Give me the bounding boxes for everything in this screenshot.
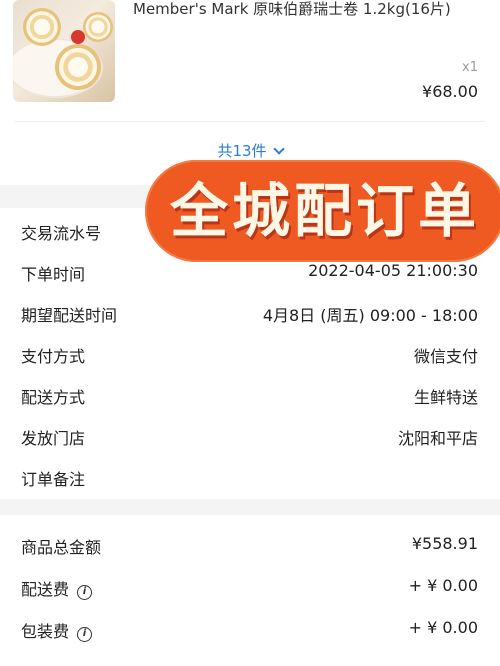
row-label: 支付方式 xyxy=(21,347,86,366)
product-price: ¥68.00 xyxy=(422,82,478,101)
product-card[interactable]: Member's Mark 原味伯爵瑞士卷 1.2kg(16片) x1 ¥68.… xyxy=(0,0,500,122)
product-image[interactable] xyxy=(13,0,115,102)
amount-row-goods-total: 商品总金额 ¥558.91 xyxy=(0,524,500,565)
row-value: 2022-04-05 21:00:30 xyxy=(308,261,478,280)
row-label: 商品总金额 xyxy=(21,538,102,557)
info-icon[interactable]: i xyxy=(77,627,93,642)
order-row-delivery-method: 配送方式 生鲜特送 xyxy=(0,374,500,415)
expand-items-label: 共13件 xyxy=(217,142,267,160)
row-value: 4月8日 (周五) 09:00 - 18:00 xyxy=(262,306,478,325)
stamp-text: 全城配订单 xyxy=(169,177,480,245)
row-label: 配送费 i xyxy=(21,576,93,601)
row-label-text: 包装费 xyxy=(21,622,70,641)
row-value: 微信支付 xyxy=(413,347,478,366)
row-label-text: 配送费 xyxy=(21,580,70,599)
chevron-down-icon xyxy=(272,143,285,155)
order-row-remark: 订单备注 xyxy=(0,456,500,497)
order-row-payment-method: 支付方式 微信支付 xyxy=(0,333,500,374)
row-value: ¥558.91 xyxy=(411,534,478,553)
roll-slice-graphic xyxy=(83,12,113,42)
row-label: 包装费 i xyxy=(21,618,93,643)
row-value: + ¥ 0.00 xyxy=(408,576,478,595)
row-label: 交易流水号 xyxy=(21,224,102,243)
product-quantity: x1 xyxy=(462,60,478,75)
row-label: 配送方式 xyxy=(21,388,86,407)
roll-slice-graphic xyxy=(23,8,61,46)
amount-row-packaging-fee: 包装费 i + ¥ 0.00 xyxy=(0,608,500,649)
section-gap xyxy=(0,499,500,515)
amount-row-delivery-fee: 配送费 i + ¥ 0.00 xyxy=(0,566,500,607)
row-value: 沈阳和平店 xyxy=(397,429,478,448)
order-row-store: 发放门店 沈阳和平店 xyxy=(0,415,500,456)
expand-items-button[interactable]: 共13件 xyxy=(0,140,500,161)
row-label: 订单备注 xyxy=(21,470,86,489)
product-title[interactable]: Member's Mark 原味伯爵瑞士卷 1.2kg(16片) xyxy=(133,0,451,18)
row-label: 发放门店 xyxy=(21,429,86,448)
order-row-expected-delivery: 期望配送时间 4月8日 (周五) 09:00 - 18:00 xyxy=(0,292,500,333)
row-label: 下单时间 xyxy=(21,265,86,284)
row-label: 期望配送时间 xyxy=(21,306,118,325)
divider xyxy=(15,121,485,122)
info-icon[interactable]: i xyxy=(77,585,93,600)
strawberry-graphic xyxy=(71,30,85,44)
city-delivery-stamp: 全城配订单 xyxy=(145,160,500,262)
row-value: + ¥ 0.00 xyxy=(408,618,478,637)
row-value: 生鲜特送 xyxy=(413,388,478,407)
roll-slice-graphic xyxy=(55,44,101,90)
